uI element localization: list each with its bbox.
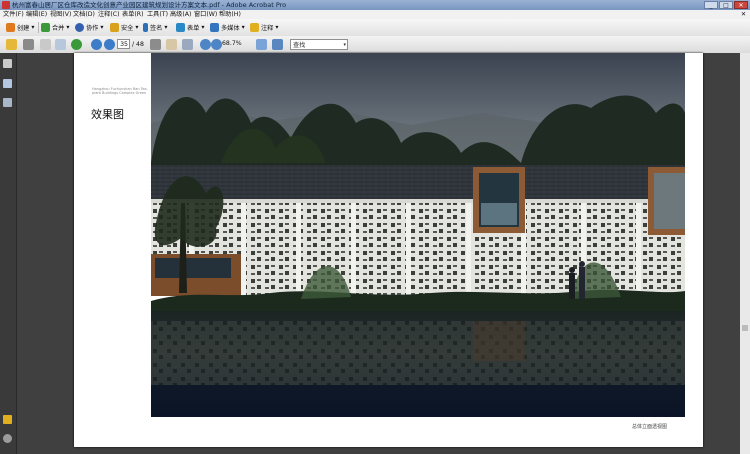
sign-button[interactable]: 签名 ▾ — [143, 21, 167, 34]
page-subtitle: Hangzhou Fuchunshan Ran Tea-plant Buildi… — [92, 87, 148, 95]
chevron-down-icon: ▾ — [164, 24, 168, 31]
bookmarks-icon[interactable] — [3, 79, 12, 88]
comment-icon — [250, 23, 259, 32]
signatures-icon[interactable] — [3, 98, 12, 107]
zoom-level[interactable]: 68.7% — [222, 39, 242, 49]
document-close-button[interactable]: ✕ — [741, 10, 746, 19]
previous-page-icon[interactable] — [91, 39, 102, 50]
secure-button[interactable]: 安全 ▾ — [110, 21, 138, 34]
forms-label: 表单 — [187, 25, 200, 32]
pages-icon[interactable] — [3, 59, 12, 68]
forms-button[interactable]: 表单 ▾ — [176, 21, 204, 34]
pen-icon — [143, 23, 148, 32]
menu-file[interactable]: 文件(F) — [3, 10, 24, 19]
menu-help[interactable]: 帮助(H) — [219, 10, 241, 19]
fit-page-icon[interactable] — [256, 39, 267, 50]
navigation-panel — [0, 53, 17, 454]
chevron-down-icon: ▾ — [241, 24, 245, 31]
chevron-down-icon: ▾ — [201, 24, 205, 31]
fit-width-icon[interactable] — [272, 39, 283, 50]
pdf-page: Hangzhou Fuchunshan Ran Tea-plant Buildi… — [74, 53, 703, 447]
upload-icon[interactable] — [71, 39, 82, 50]
menu-comments[interactable]: 注释(C) — [98, 10, 120, 19]
menu-tools[interactable]: 工具(T) — [147, 10, 168, 19]
combine-button[interactable]: 合并 ▾ — [41, 21, 69, 34]
form-icon — [176, 23, 185, 32]
search-placeholder: 查找 — [293, 42, 306, 49]
title-bar: 杭州富春山居厂区仓库改造文化创意产业园区建筑规划设计方案文本.pdf - Ado… — [0, 0, 750, 10]
collaborate-button[interactable]: 协作 ▾ — [75, 21, 103, 34]
collaborate-icon — [75, 23, 84, 32]
navigation-toolbar: 35 / 48 68.7% 查找 ▾ — [0, 36, 750, 54]
menu-window[interactable]: 窗口(W) — [194, 10, 217, 19]
chevron-down-icon: ▾ — [31, 24, 35, 31]
email-icon[interactable] — [55, 39, 66, 50]
create-label: 创建 — [17, 25, 30, 32]
print-icon[interactable] — [23, 39, 34, 50]
select-tool-icon[interactable] — [150, 39, 161, 50]
multimedia-icon — [210, 23, 219, 32]
separator — [38, 22, 39, 33]
comment-label: 注释 — [261, 25, 274, 32]
zoom-in-icon[interactable] — [211, 39, 222, 50]
open-folder-icon[interactable] — [6, 39, 17, 50]
menu-document[interactable]: 文档(D) — [73, 10, 95, 19]
next-page-icon[interactable] — [104, 39, 115, 50]
comment-button[interactable]: 注释 ▾ — [250, 21, 278, 34]
combine-icon — [41, 23, 50, 32]
chevron-down-icon: ▾ — [100, 24, 104, 31]
page-number-input[interactable]: 35 — [117, 39, 130, 49]
zoom-out-icon[interactable] — [200, 39, 211, 50]
scrollbar-handle[interactable] — [742, 325, 748, 331]
combine-label: 合并 — [52, 25, 65, 32]
rendering-image — [151, 53, 685, 417]
hand-tool-icon[interactable] — [166, 39, 177, 50]
multimedia-label: 多媒体 — [221, 25, 240, 32]
maximize-button[interactable]: □ — [719, 1, 733, 9]
task-toolbar: 创建 ▾ 合并 ▾ 协作 ▾ 安全 ▾ 签名 ▾ 表单 ▾ 多媒体 ▾ 注释 ▾ — [0, 19, 750, 37]
chevron-down-icon: ▾ — [66, 24, 70, 31]
menu-edit[interactable]: 编辑(E) — [26, 10, 47, 19]
page-total: / 48 — [132, 41, 144, 48]
attachments-icon[interactable] — [3, 434, 12, 443]
collaborate-label: 协作 — [86, 25, 99, 32]
save-icon[interactable] — [40, 39, 51, 50]
sign-label: 签名 — [150, 25, 163, 32]
minimize-button[interactable]: _ — [704, 1, 718, 9]
image-caption: 总体立面透视图 — [632, 424, 668, 430]
acrobat-icon — [2, 1, 10, 9]
chevron-down-icon: ▾ — [135, 24, 139, 31]
comments-panel-icon[interactable] — [3, 415, 12, 424]
menu-bar: 文件(F) 编辑(E) 视图(V) 文档(D) 注释(C) 表单(R) 工具(T… — [0, 10, 750, 19]
document-view[interactable]: Hangzhou Fuchunshan Ran Tea-plant Buildi… — [17, 53, 740, 454]
create-button[interactable]: 创建 ▾ — [6, 21, 34, 34]
chevron-down-icon[interactable]: ▾ — [343, 40, 346, 51]
create-pdf-icon — [6, 23, 15, 32]
close-button[interactable]: ✕ — [734, 1, 748, 9]
chevron-down-icon: ▾ — [275, 24, 279, 31]
lock-icon — [110, 23, 119, 32]
page-heading: 效果图 — [91, 108, 124, 121]
multimedia-button[interactable]: 多媒体 ▾ — [210, 21, 245, 34]
zoom-tool-icon[interactable] — [182, 39, 193, 50]
menu-advanced[interactable]: 高级(A) — [170, 10, 191, 19]
search-input[interactable]: 查找 ▾ — [290, 39, 348, 50]
window-title: 杭州富春山居厂区仓库改造文化创意产业园区建筑规划设计方案文本.pdf - Ado… — [12, 1, 287, 9]
vertical-scrollbar[interactable] — [740, 53, 750, 454]
menu-forms[interactable]: 表单(R) — [122, 10, 144, 19]
menu-view[interactable]: 视图(V) — [50, 10, 71, 19]
secure-label: 安全 — [121, 25, 134, 32]
